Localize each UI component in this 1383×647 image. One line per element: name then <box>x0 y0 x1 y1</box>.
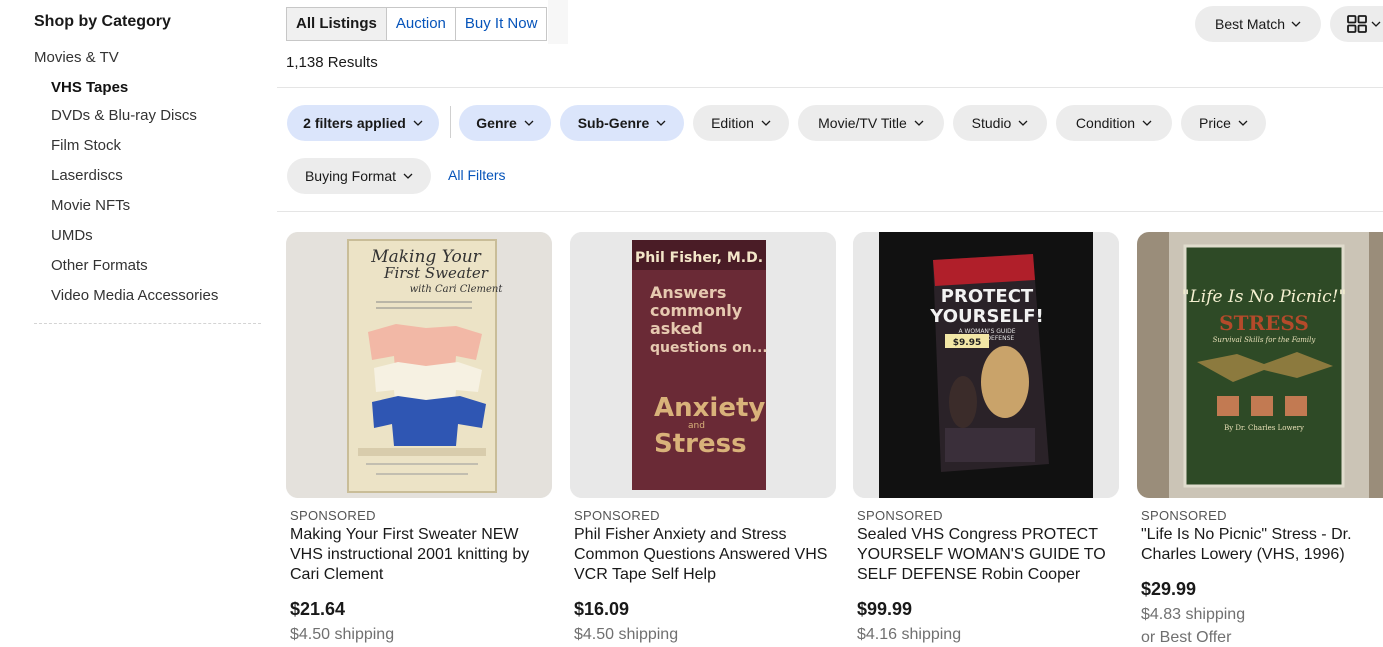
cover-title: "Life Is No Picnic!" <box>1182 287 1347 307</box>
cover-title-line2: First Sweater <box>383 264 489 282</box>
filter-separator <box>450 106 451 138</box>
listing-price: $21.64 <box>290 599 346 619</box>
sidebar-item-laserdiscs[interactable]: Laserdiscs <box>51 167 123 184</box>
sidebar-item-dvds[interactable]: DVDs & Blu-ray Discs <box>51 107 197 124</box>
cover-stress: Stress <box>654 429 747 459</box>
listing-image[interactable]: "Life Is No Picnic!" STRESS Survival Ski… <box>1137 232 1383 498</box>
cover-line2: commonly <box>650 301 743 320</box>
cover-subtitle1: A WOMAN'S GUIDE <box>958 328 1015 335</box>
chevron-down-icon <box>413 120 423 126</box>
tabs-fade-edge <box>548 0 568 44</box>
filter-buying-format[interactable]: Buying Format <box>287 158 431 194</box>
listing-image[interactable]: Phil Fisher, M.D. Answers commonly asked… <box>570 232 836 498</box>
cover-subtitle: Survival Skills for the Family <box>1213 336 1317 344</box>
chevron-down-icon <box>524 120 534 126</box>
listing-shipping: $4.50 shipping <box>574 626 679 643</box>
filter-price[interactable]: Price <box>1181 105 1266 141</box>
sort-dropdown[interactable]: Best Match <box>1195 6 1321 42</box>
sidebar-item-other-formats[interactable]: Other Formats <box>51 257 148 274</box>
filter-condition[interactable]: Condition <box>1056 105 1172 141</box>
sidebar-item-vhs-tapes[interactable]: VHS Tapes <box>51 79 128 96</box>
listing-shipping: $4.16 shipping <box>857 626 962 643</box>
filter-movie-title[interactable]: Movie/TV Title <box>798 105 944 141</box>
filter-price-label: Price <box>1199 115 1231 131</box>
header-divider <box>277 87 1383 88</box>
cover-line3: asked <box>650 319 703 338</box>
cover-line2: YOURSELF! <box>929 306 1043 327</box>
listing-title[interactable]: Phil Fisher Anxiety and Stress Common Qu… <box>574 525 836 585</box>
sponsored-label: SPONSORED <box>1141 508 1227 523</box>
listing-image[interactable]: Making Your First Sweater with Cari Clem… <box>286 232 552 498</box>
listing-price: $16.09 <box>574 599 630 619</box>
sidebar-item-movie-nfts[interactable]: Movie NFTs <box>51 197 130 214</box>
sort-label: Best Match <box>1214 16 1286 32</box>
filter-edition-label: Edition <box>711 115 754 131</box>
cover-author: By Dr. Charles Lowery <box>1224 424 1304 432</box>
listing-title[interactable]: Sealed VHS Congress PROTECT YOURSELF WOM… <box>857 525 1119 585</box>
tab-auction[interactable]: Auction <box>385 7 456 41</box>
chevron-down-icon <box>1291 21 1301 27</box>
listing-shipping: $4.83 shipping <box>1141 606 1246 623</box>
tab-buy-it-now[interactable]: Buy It Now <box>454 7 548 41</box>
grid-view-icon <box>1347 15 1367 33</box>
filter-buying-format-label: Buying Format <box>304 168 397 184</box>
chevron-down-icon <box>1142 120 1152 126</box>
chevron-down-icon <box>403 173 413 179</box>
chevron-down-icon <box>914 120 924 126</box>
listing-price: $99.99 <box>857 599 913 619</box>
results-count: 1,138 Results <box>286 54 378 71</box>
sidebar-divider <box>34 323 261 324</box>
filter-subgenre[interactable]: Sub-Genre <box>560 105 684 141</box>
sidebar-item-film-stock[interactable]: Film Stock <box>51 137 121 154</box>
listing-title[interactable]: "Life Is No Picnic" Stress - Dr. Charles… <box>1141 525 1383 565</box>
filter-genre-label: Genre <box>476 115 517 131</box>
sponsored-label: SPONSORED <box>290 508 376 523</box>
filter-genre[interactable]: Genre <box>459 105 551 141</box>
filter-studio-label: Studio <box>971 115 1012 131</box>
tab-all-listings[interactable]: All Listings <box>286 7 387 41</box>
listing-title[interactable]: Making Your First Sweater NEW VHS instru… <box>290 525 552 585</box>
filter-studio[interactable]: Studio <box>953 105 1047 141</box>
sidebar-title: Shop by Category <box>34 13 171 30</box>
filters-divider <box>277 211 1383 212</box>
listing-shipping: $4.50 shipping <box>290 626 395 643</box>
all-filters-link[interactable]: All Filters <box>448 167 506 183</box>
listing-best-offer: or Best Offer <box>1141 629 1232 646</box>
filter-movie-title-label: Movie/TV Title <box>818 115 907 131</box>
sidebar-item-umds[interactable]: UMDs <box>51 227 93 244</box>
filter-edition[interactable]: Edition <box>693 105 789 141</box>
cover-stress: STRESS <box>1219 311 1309 335</box>
filter-subgenre-label: Sub-Genre <box>577 115 650 131</box>
cover-line4: questions on... <box>650 340 768 356</box>
sidebar-parent-category[interactable]: Movies & TV <box>34 49 119 66</box>
listing-image[interactable]: PROTECT YOURSELF! A WOMAN'S GUIDE TO SEL… <box>853 232 1119 498</box>
listing-price: $29.99 <box>1141 579 1197 599</box>
chevron-down-icon <box>656 120 666 126</box>
cover-anxiety: Anxiety <box>654 393 765 423</box>
filter-condition-label: Condition <box>1075 115 1136 131</box>
sponsored-label: SPONSORED <box>857 508 943 523</box>
cover-line1: PROTECT <box>941 286 1034 307</box>
chevron-down-icon <box>761 120 771 126</box>
price-sticker: $9.95 <box>953 338 981 348</box>
cover-author: Phil Fisher, M.D. <box>635 250 763 266</box>
cover-line1: Answers <box>650 283 726 302</box>
sidebar-item-video-accessories[interactable]: Video Media Accessories <box>51 287 218 304</box>
filters-applied-label: 2 filters applied <box>303 115 406 131</box>
chevron-down-icon <box>1238 120 1248 126</box>
chevron-down-icon <box>1018 120 1028 126</box>
filters-applied-pill[interactable]: 2 filters applied <box>287 105 439 141</box>
chevron-down-icon <box>1371 21 1381 27</box>
format-tabs: All Listings Auction Buy It Now <box>286 7 548 41</box>
view-toggle-button[interactable] <box>1330 6 1383 42</box>
sponsored-label: SPONSORED <box>574 508 660 523</box>
cover-author: with Cari Clement <box>410 284 504 295</box>
